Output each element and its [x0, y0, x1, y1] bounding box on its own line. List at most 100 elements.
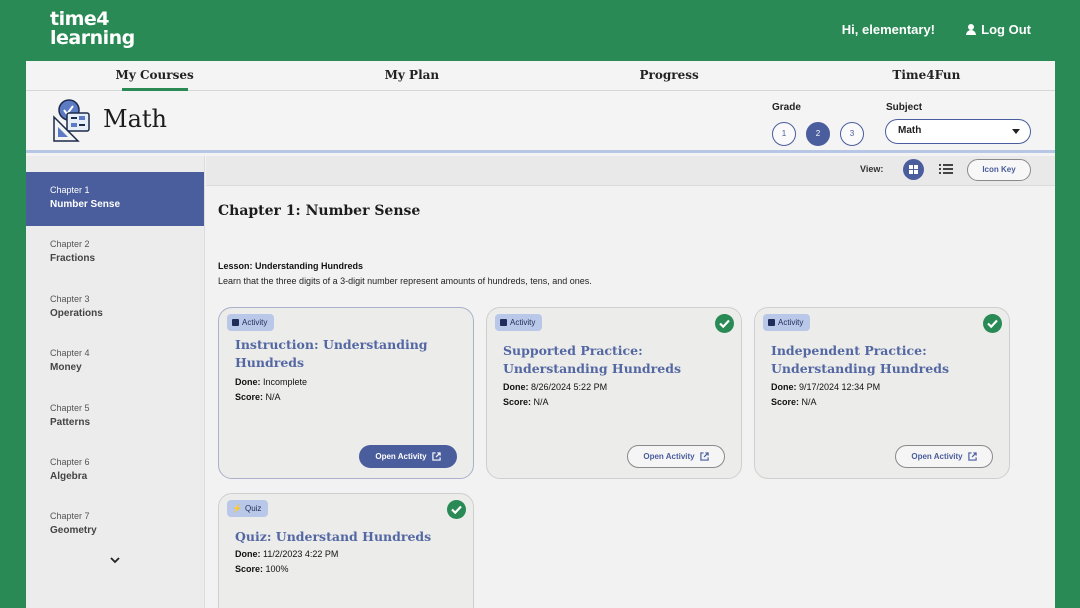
- card-title[interactable]: Supported Practice: Understanding Hundre…: [503, 342, 728, 378]
- open-activity-label: Open Activity: [911, 451, 963, 461]
- subject-select[interactable]: Math: [885, 119, 1031, 144]
- card-score: Score: 100%: [235, 564, 289, 574]
- nav-my-courses[interactable]: My Courses: [26, 61, 283, 90]
- open-activity-label: Open Activity: [643, 451, 695, 461]
- chapter-name: Fractions: [50, 253, 96, 265]
- grid-view-button[interactable]: [903, 159, 924, 180]
- card-title[interactable]: Independent Practice: Understanding Hund…: [771, 342, 996, 378]
- done-value: 9/17/2024 12:34 PM: [799, 382, 881, 392]
- chapter-name: Geometry: [50, 525, 97, 537]
- done-value: Incomplete: [263, 377, 308, 387]
- open-activity-label: Open Activity: [375, 451, 427, 461]
- time4learning-logo[interactable]: time4 learning: [50, 10, 135, 48]
- done-value: 8/26/2024 5:22 PM: [531, 382, 608, 392]
- nav-my-plan[interactable]: My Plan: [283, 61, 540, 90]
- icon-key-button[interactable]: Icon Key: [967, 159, 1031, 181]
- lightning-icon: ⚡: [232, 504, 242, 513]
- quiz-card[interactable]: ⚡ Quiz Quiz: Understand Hundreds Done: 1…: [218, 493, 474, 608]
- logout-label: Log Out: [981, 22, 1031, 37]
- done-label: Done:: [503, 382, 529, 392]
- chapter-name: Number Sense: [50, 199, 121, 210]
- logout-button[interactable]: Log Out: [966, 22, 1031, 37]
- activity-badge: Activity: [495, 314, 543, 331]
- card-title[interactable]: Quiz: Understand Hundreds: [235, 528, 460, 546]
- nav-progress[interactable]: Progress: [541, 61, 798, 90]
- open-activity-button[interactable]: Open Activity: [895, 445, 993, 468]
- sidebar-item-chapter-4[interactable]: Chapter 4 Money: [26, 335, 204, 389]
- card-done: Done: 9/17/2024 12:34 PM: [771, 382, 880, 392]
- grid-icon: [909, 165, 918, 174]
- subject-label: Subject: [886, 102, 923, 113]
- score-value: N/A: [801, 397, 817, 407]
- activity-card[interactable]: Activity Instruction: Understanding Hund…: [218, 307, 474, 479]
- view-toolbar: View: Icon Key: [206, 156, 1055, 186]
- open-activity-button[interactable]: Open Activity: [627, 445, 725, 468]
- logo-line-2: learning: [50, 27, 135, 49]
- completed-check-icon: [447, 500, 466, 519]
- card-title[interactable]: Instruction: Understanding Hundreds: [235, 336, 460, 372]
- sidebar-item-chapter-2[interactable]: Chapter 2 Fractions: [26, 226, 204, 280]
- score-value: N/A: [265, 392, 281, 402]
- grade-2-button[interactable]: 2: [806, 122, 830, 146]
- math-subject-icon: [53, 99, 90, 142]
- badge-label: Activity: [510, 318, 536, 327]
- app-window: time4 learning Hi, elementary! Log Out M…: [26, 0, 1055, 608]
- main-nav: My Courses My Plan Progress Time4Fun: [26, 61, 1055, 91]
- score-label: Score:: [503, 397, 532, 407]
- caret-down-icon: [1012, 129, 1020, 134]
- grade-3-button[interactable]: 3: [840, 122, 864, 146]
- subject-bar: Math Grade 1 2 3 Subject Math: [26, 91, 1055, 153]
- activity-card[interactable]: Activity Supported Practice: Understandi…: [486, 307, 742, 479]
- chapter-number: Chapter 5: [50, 402, 90, 413]
- grade-1-button[interactable]: 1: [772, 122, 796, 146]
- view-label: View:: [860, 164, 884, 174]
- sidebar-item-chapter-5[interactable]: Chapter 5 Patterns: [26, 390, 204, 444]
- completed-check-icon: [715, 314, 734, 333]
- list-view-icon[interactable]: [939, 163, 953, 175]
- sidebar-item-chapter-3[interactable]: Chapter 3 Operations: [26, 281, 204, 335]
- score-label: Score:: [235, 564, 264, 574]
- main-content: View: Icon Key Chapter 1: Number Sense L…: [206, 156, 1055, 608]
- activity-card[interactable]: Activity Independent Practice: Understan…: [754, 307, 1010, 479]
- badge-label: Activity: [242, 318, 268, 327]
- grade-label: Grade: [772, 102, 801, 113]
- top-bar: time4 learning Hi, elementary! Log Out: [26, 0, 1055, 61]
- chapter-name: Money: [50, 362, 82, 374]
- card-done: Done: 8/26/2024 5:22 PM: [503, 382, 607, 392]
- done-value: 11/2/2023 4:22 PM: [263, 549, 339, 559]
- lesson-description: Learn that the three digits of a 3-digit…: [218, 276, 592, 286]
- sidebar-item-chapter-1[interactable]: Chapter 1 Number Sense: [26, 172, 204, 227]
- done-label: Done:: [235, 549, 261, 559]
- score-label: Score:: [771, 397, 800, 407]
- chapter-name: Algebra: [50, 470, 88, 482]
- chapter-number: Chapter 6: [50, 456, 90, 467]
- card-score: Score: N/A: [235, 392, 281, 402]
- chapter-number: Chapter 4: [50, 348, 90, 359]
- subject-select-value: Math: [898, 125, 922, 136]
- open-activity-button[interactable]: Open Activity: [359, 445, 457, 468]
- external-link-icon: [967, 452, 977, 461]
- book-icon: [232, 319, 239, 326]
- sidebar-item-chapter-6[interactable]: Chapter 6 Algebra: [26, 444, 204, 498]
- score-value: N/A: [533, 397, 549, 407]
- score-label: Score:: [235, 392, 264, 402]
- activity-badge: Activity: [763, 314, 811, 331]
- nav-time4fun[interactable]: Time4Fun: [798, 61, 1055, 90]
- chapter-number: Chapter 7: [50, 511, 90, 522]
- chapter-title: Chapter 1: Number Sense: [218, 203, 421, 219]
- chevron-down-icon[interactable]: [110, 555, 120, 565]
- chapter-number: Chapter 1: [50, 185, 90, 195]
- user-icon: [966, 24, 977, 35]
- completed-check-icon: [983, 314, 1002, 333]
- external-link-icon: [699, 452, 709, 461]
- quiz-badge: ⚡ Quiz: [227, 500, 269, 517]
- chapter-name: Operations: [50, 307, 103, 319]
- subject-title: Math: [103, 105, 167, 133]
- done-label: Done:: [771, 382, 797, 392]
- chapter-name: Patterns: [50, 416, 91, 428]
- external-link-icon: [431, 452, 441, 461]
- sidebar-item-chapter-7[interactable]: Chapter 7 Geometry: [26, 498, 204, 552]
- user-greeting: Hi, elementary!: [841, 22, 935, 37]
- book-icon: [500, 319, 507, 326]
- chapter-number: Chapter 2: [50, 239, 90, 250]
